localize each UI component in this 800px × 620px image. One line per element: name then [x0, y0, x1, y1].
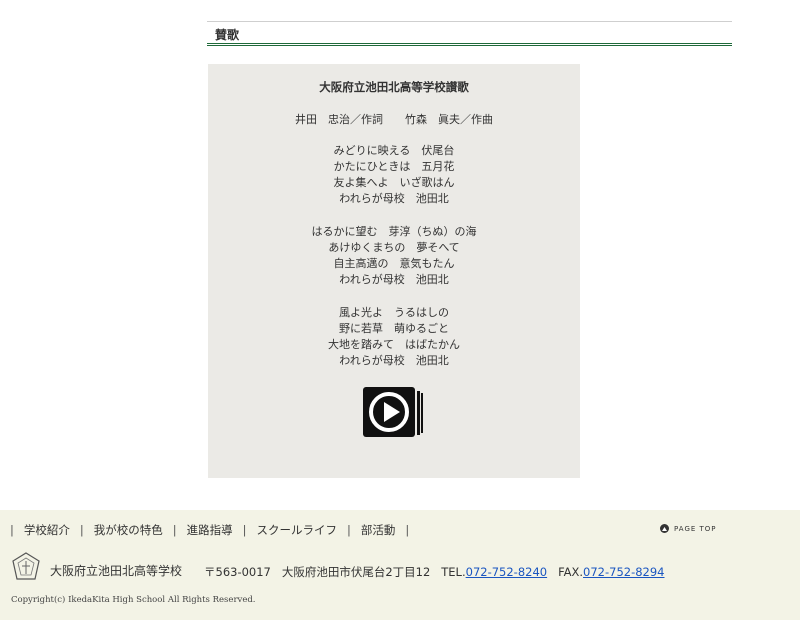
footer-link-clubs[interactable]: 部活動 — [361, 522, 396, 538]
song-credits: 井田 忠治／作詞 竹森 眞夫／作曲 — [295, 113, 493, 126]
verse-line: かたにひときは 五月花 — [333, 160, 455, 173]
verse-line: 風よ光よ うるはしの — [339, 306, 449, 319]
verse-line: われらが母校 池田北 — [339, 354, 449, 367]
fax-link[interactable]: 072-752-8294 — [583, 565, 664, 579]
song-title: 大阪府立池田北高等学校讃歌 — [319, 80, 469, 94]
play-icon — [363, 387, 423, 437]
school-name: 大阪府立池田北高等学校 — [50, 564, 183, 578]
verse-3: 風よ光よ うるはしの 野に若草 萌ゆるごと 大地を踏みて はばたかん われらが母… — [208, 305, 580, 369]
nav-divider: | — [242, 523, 247, 537]
nav-divider: | — [347, 523, 351, 537]
footer-link-career[interactable]: 進路指導 — [187, 522, 233, 538]
footer-link-school-life[interactable]: スクールライフ — [257, 522, 338, 538]
verse-line: みどりに映える 伏尾台 — [333, 144, 455, 157]
verse-line: われらが母校 池田北 — [339, 273, 449, 286]
footer-link-features[interactable]: 我が校の特色 — [94, 522, 163, 538]
section-title: 賛歌 — [215, 28, 240, 42]
school-address: 〒563-0017 大阪府池田市伏尾台2丁目12 TEL.072-752-824… — [204, 564, 665, 580]
verse-line: 野に若草 萌ゆるごと — [339, 322, 449, 335]
page-top-label: PAGE TOP — [674, 524, 717, 533]
section-header: 賛歌 — [207, 21, 732, 46]
nav-divider: | — [172, 523, 177, 537]
arrow-up-icon — [660, 524, 669, 533]
song-panel: 大阪府立池田北高等学校讃歌 井田 忠治／作詞 竹森 眞夫／作曲 みどりに映える … — [208, 64, 580, 478]
verse-line: われらが母校 池田北 — [339, 192, 449, 205]
page-top-link[interactable]: PAGE TOP — [660, 524, 717, 533]
footer-link-school-intro[interactable]: 学校紹介 — [24, 522, 70, 538]
street-address: 大阪府池田市伏尾台2丁目12 — [281, 565, 431, 579]
verse-2: はるかに望む 芽淳（ちぬ）の海 あけゆくまちの 夢そへて 自主高邁の 意気もたん… — [208, 224, 580, 288]
fax-label: FAX. — [558, 565, 584, 579]
verse-line: 大地を踏みて はばたかん — [328, 338, 460, 351]
nav-divider: | — [405, 523, 410, 537]
site-footer: | 学校紹介 | 我が校の特色 | 進路指導 | スクールライフ | 部活動 |… — [0, 510, 800, 620]
verse-line: 自主高邁の 意気もたん — [333, 257, 455, 270]
tel-label: TEL. — [441, 565, 466, 579]
tel-link[interactable]: 072-752-8240 — [466, 565, 547, 579]
verse-line: 友よ集へよ いざ歌はん — [333, 176, 455, 189]
verse-line: はるかに望む 芽淳（ちぬ）の海 — [311, 225, 477, 238]
play-button[interactable] — [363, 385, 425, 439]
postal-code: 〒563-0017 — [204, 565, 271, 579]
school-emblem-icon — [12, 552, 40, 580]
nav-divider: | — [79, 523, 84, 537]
copyright: Copyright(c) IkedaKita High School All R… — [11, 595, 256, 605]
verse-line: あけゆくまちの 夢そへて — [328, 241, 460, 254]
footer-nav: | 学校紹介 | 我が校の特色 | 進路指導 | スクールライフ | 部活動 | — [0, 522, 419, 538]
nav-divider: | — [10, 523, 14, 537]
verse-1: みどりに映える 伏尾台 かたにひときは 五月花 友よ集へよ いざ歌はん われらが… — [208, 143, 580, 207]
